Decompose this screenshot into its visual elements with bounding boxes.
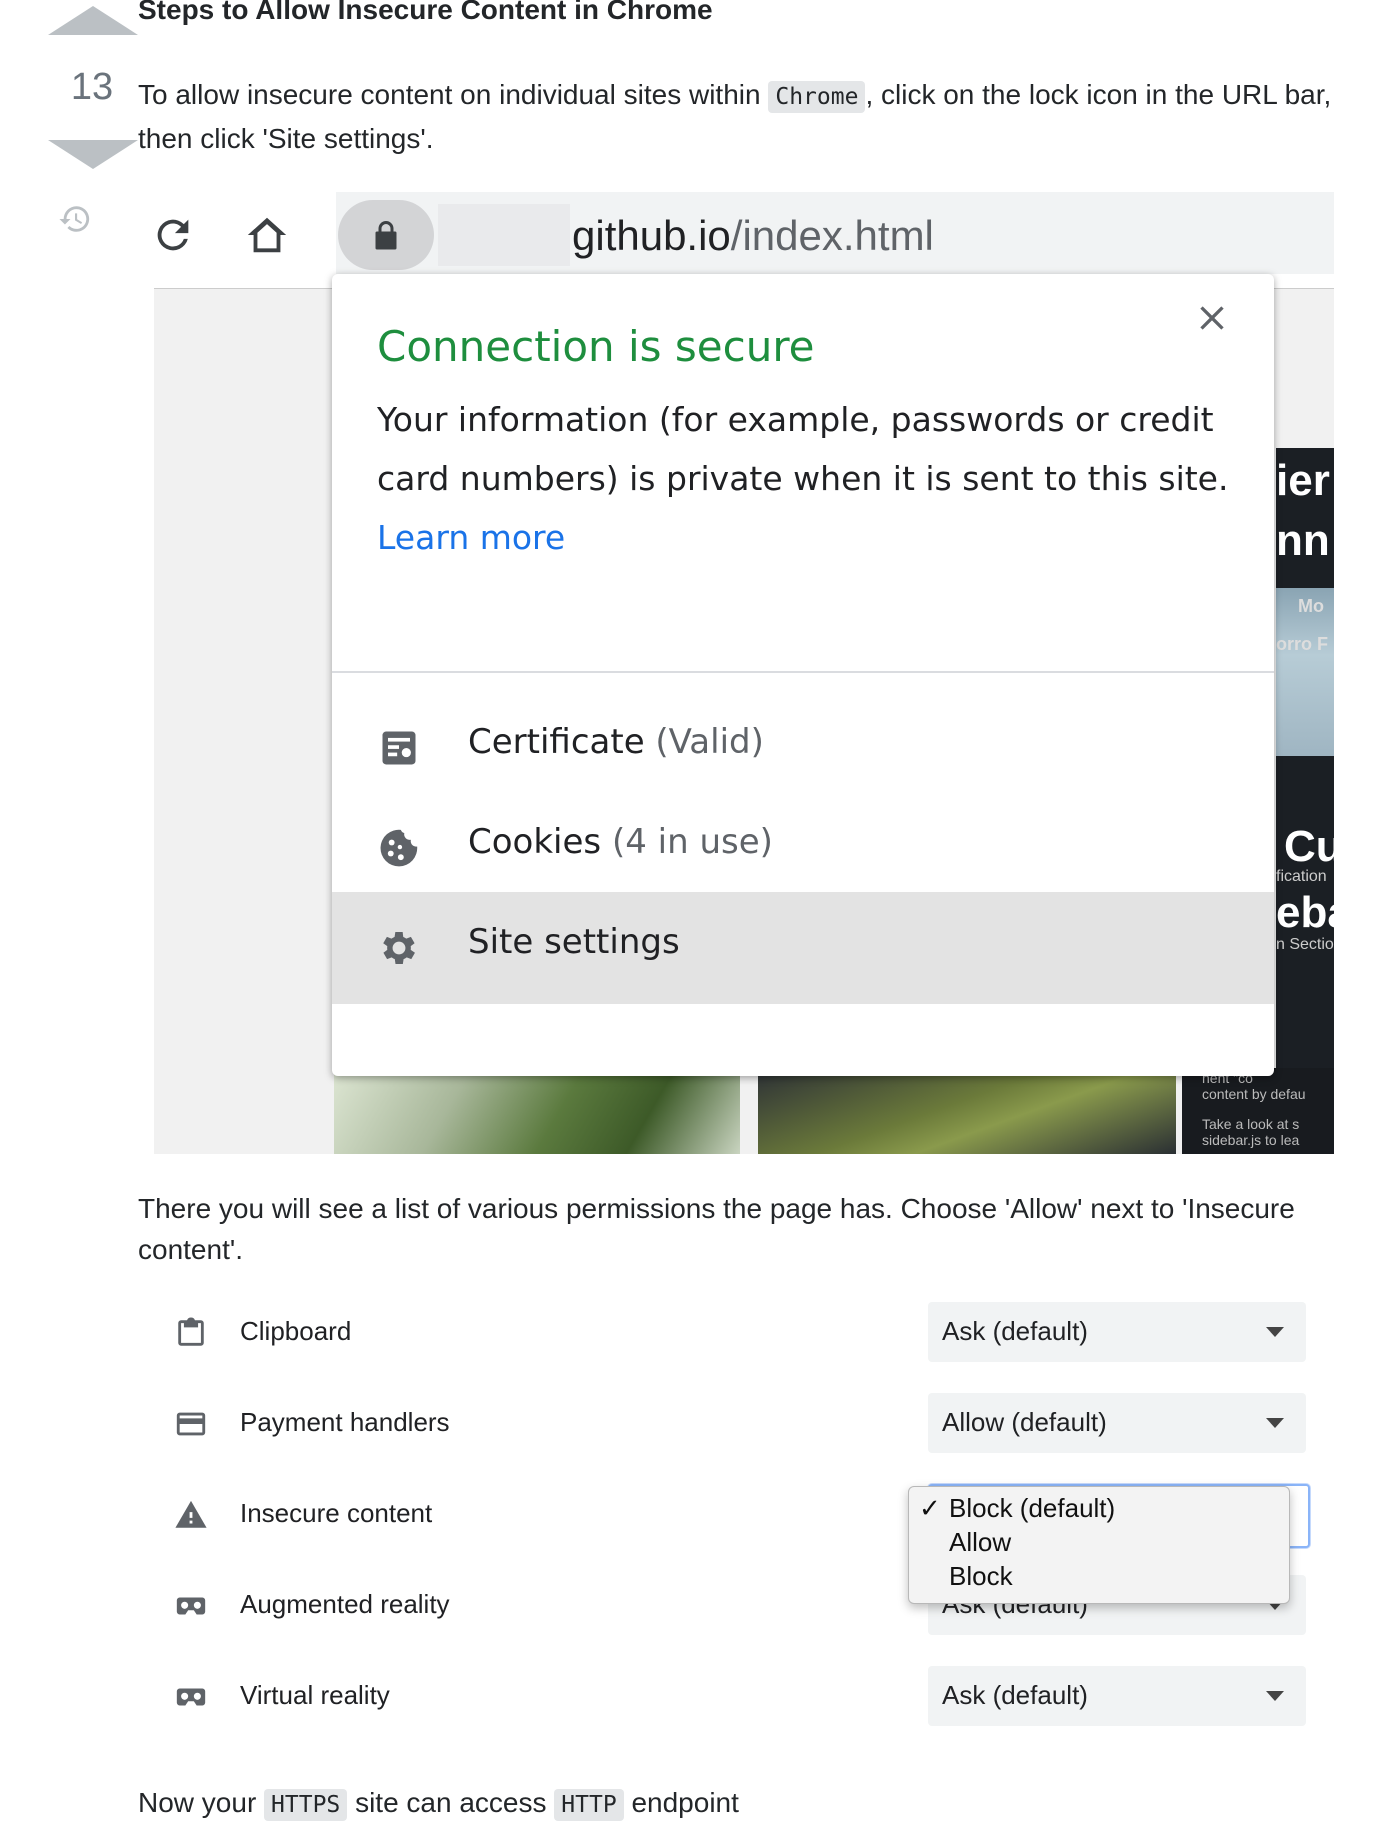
connection-description: Your information (for example, passwords… <box>377 390 1237 567</box>
dropdown-option-block[interactable]: Block <box>949 1561 1013 1592</box>
learn-more-link: Learn more <box>377 518 566 557</box>
middle-paragraph: There you will see a list of various per… <box>138 1193 1295 1265</box>
bg-text: Mo <box>1298 596 1324 616</box>
bg-text: content by defau <box>1202 1086 1306 1102</box>
final-paragraph: Now your HTTPS site can access HTTP endp… <box>138 1782 1338 1826</box>
gear-icon <box>383 932 415 964</box>
payment-card-icon <box>176 1412 206 1436</box>
bg-text-panel: nent "co content by defau Take a look at… <box>1182 1068 1334 1154</box>
bg-text: nn <box>1276 516 1330 565</box>
payment-handlers-select[interactable]: Allow (default) <box>928 1393 1306 1453</box>
bg-map-thumbnail <box>334 1068 740 1154</box>
clipboard-icon <box>178 1317 204 1346</box>
certificate-label: Certificate (Valid) <box>468 722 764 762</box>
dropdown-option-allow[interactable]: Allow <box>949 1527 1011 1558</box>
dropdown-option-block-default[interactable]: Block (default) <box>949 1493 1115 1524</box>
bg-text: sidebar.js to lea <box>1202 1132 1300 1148</box>
close-icon <box>1200 306 1224 330</box>
bg-map-thumbnail <box>758 1068 1176 1154</box>
menu-label-text: Cookies <box>468 822 602 862</box>
code-https: HTTPS <box>264 1789 348 1821</box>
final-text: site can access <box>347 1787 555 1818</box>
select-value: Allow (default) <box>942 1407 1107 1437</box>
bg-text: n Sectio <box>1276 936 1334 953</box>
bg-text: Cu <box>1284 822 1334 871</box>
redacted-subdomain <box>438 204 570 266</box>
menu-detail-text: (4 in use) <box>611 822 773 862</box>
permission-label: Insecure content <box>240 1498 433 1528</box>
bg-text: fication <box>1276 868 1327 885</box>
browser-screenshot: github.io/index.html ier nn Mo orro F Cu… <box>138 190 1334 1154</box>
vote-count: 13 <box>70 66 114 108</box>
cookie-icon <box>380 829 418 867</box>
downvote-button[interactable] <box>48 140 138 169</box>
permission-row-clipboard: Clipboard Ask (default) <box>170 1302 1310 1364</box>
chevron-down-icon <box>1266 1691 1284 1701</box>
lock-icon <box>375 221 397 250</box>
code-http: HTTP <box>554 1789 624 1821</box>
menu-detail-text: (Valid) <box>655 722 764 762</box>
url-path: /index.html <box>730 212 934 259</box>
home-icon <box>247 217 287 253</box>
select-value: Ask (default) <box>942 1680 1088 1710</box>
permission-label: Clipboard <box>240 1316 352 1346</box>
select-value: Ask (default) <box>942 1316 1088 1346</box>
intro-paragraph: To allow insecure content on individual … <box>138 74 1338 159</box>
site-settings-item: Site settings <box>332 892 1274 1004</box>
permission-label: Virtual reality <box>240 1680 390 1710</box>
answer-heading: Steps to Allow Insecure Content in Chrom… <box>138 0 713 25</box>
menu-label-text: Certificate <box>468 722 645 762</box>
intro-text: To allow insecure content on individual … <box>138 79 769 110</box>
final-text: Now your <box>138 1787 265 1818</box>
background-page-strip: ier nn Mo orro F Cu fication eba n Secti… <box>1276 448 1334 1154</box>
bg-text: ier <box>1276 456 1330 505</box>
chevron-down-icon <box>1266 1418 1284 1428</box>
certificate-icon <box>382 731 416 765</box>
vr-headset-icon <box>176 1597 206 1615</box>
lock-button <box>338 200 434 270</box>
upvote-button[interactable] <box>48 6 138 35</box>
site-settings-label: Site settings <box>468 922 680 962</box>
reload-icon <box>157 219 189 251</box>
clipboard-select[interactable]: Ask (default) <box>928 1302 1306 1362</box>
bg-text: eba <box>1276 888 1334 937</box>
bg-text: Take a look at s <box>1202 1116 1300 1132</box>
insecure-content-dropdown: ✓ Block (default) Allow Block <box>908 1486 1290 1604</box>
popup-divider <box>332 671 1274 673</box>
checkmark-icon: ✓ <box>919 1493 941 1523</box>
url-text: github.io/index.html <box>572 212 934 260</box>
chevron-down-icon <box>1266 1327 1284 1337</box>
permission-label: Augmented reality <box>240 1589 450 1619</box>
virtual-reality-select[interactable]: Ask (default) <box>928 1666 1306 1726</box>
bg-text: orro F <box>1276 634 1328 654</box>
url-domain: github.io <box>572 212 731 259</box>
vr-headset-icon <box>176 1688 206 1706</box>
cookies-item: Cookies (4 in use) <box>332 792 1274 904</box>
warning-icon <box>175 1500 207 1528</box>
cookies-label: Cookies (4 in use) <box>468 822 773 862</box>
site-info-popup: Connection is secure Your information (f… <box>332 274 1274 1076</box>
final-text: endpoint <box>623 1787 739 1818</box>
permission-row-virtual-reality: Virtual reality Ask (default) <box>170 1666 1310 1728</box>
certificate-item: Certificate (Valid) <box>332 692 1274 804</box>
code-chrome: Chrome <box>768 81 866 113</box>
connection-status-title: Connection is secure <box>377 322 815 371</box>
permission-row-payment: Payment handlers Allow (default) <box>170 1393 1310 1455</box>
history-icon[interactable] <box>58 202 92 236</box>
permission-label: Payment handlers <box>240 1407 450 1437</box>
description-text: Your information (for example, passwords… <box>377 400 1229 498</box>
